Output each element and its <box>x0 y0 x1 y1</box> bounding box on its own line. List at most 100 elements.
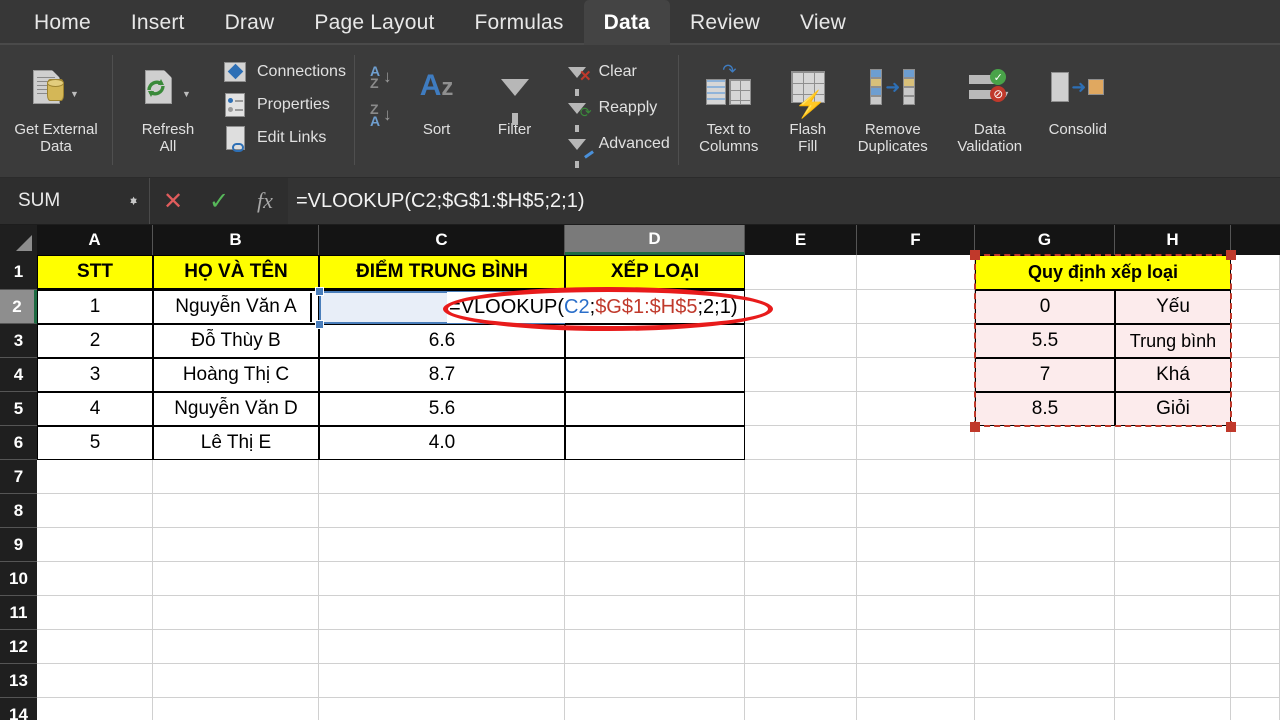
column-header-e[interactable]: E <box>745 225 857 255</box>
grid-cell[interactable] <box>319 460 565 494</box>
grid-cell[interactable] <box>153 698 319 720</box>
grid-cell[interactable] <box>857 698 975 720</box>
grid-cell[interactable] <box>37 528 153 562</box>
row-header-10[interactable]: 10 <box>0 562 37 596</box>
get-external-data-button[interactable]: ▼ Get External Data <box>8 53 104 155</box>
cell-b5[interactable]: Nguyễn Văn D <box>153 392 319 426</box>
cell-c1[interactable]: ĐIỂM TRUNG BÌNH <box>319 255 565 290</box>
grid-cell[interactable] <box>975 664 1115 698</box>
data-validation-button[interactable]: ✓ ⊘ ▼ Data Validation <box>942 53 1038 155</box>
grid-cell[interactable] <box>565 494 745 528</box>
grid-cell[interactable] <box>1231 324 1280 358</box>
grid-cell[interactable] <box>37 664 153 698</box>
cell-a2[interactable]: 1 <box>37 290 153 324</box>
name-box-spinner[interactable]: ▲ ▼ <box>128 195 139 208</box>
grid-cell[interactable] <box>37 630 153 664</box>
column-header-g[interactable]: G <box>975 225 1115 255</box>
tab-review[interactable]: Review <box>670 0 780 45</box>
row-header-6[interactable]: 6 <box>0 426 37 460</box>
grid-cell[interactable] <box>857 596 975 630</box>
grid-cell[interactable] <box>975 596 1115 630</box>
grid-cell[interactable] <box>745 630 857 664</box>
row-header-1[interactable]: 1 <box>0 255 37 290</box>
grid-cell[interactable] <box>1115 664 1231 698</box>
grid-cell[interactable] <box>975 494 1115 528</box>
grid-cell[interactable] <box>319 664 565 698</box>
tab-formulas[interactable]: Formulas <box>455 0 584 45</box>
grid-cell[interactable] <box>1231 630 1280 664</box>
grid-cell[interactable] <box>1231 460 1280 494</box>
grid-cell[interactable] <box>319 596 565 630</box>
cell-a5[interactable]: 4 <box>37 392 153 426</box>
column-header-h[interactable]: H <box>1115 225 1231 255</box>
cell-g5[interactable]: 8.5 <box>975 392 1115 426</box>
grid-cell[interactable] <box>857 255 975 290</box>
grid-cell[interactable] <box>565 664 745 698</box>
grid-cell[interactable] <box>975 426 1115 460</box>
grid-cell[interactable] <box>857 528 975 562</box>
grid-cell[interactable] <box>1115 528 1231 562</box>
grid-cell[interactable] <box>153 630 319 664</box>
consolidate-button[interactable]: ➜ Consolid <box>1038 53 1118 138</box>
grid-cell[interactable] <box>565 460 745 494</box>
grid-cell[interactable] <box>857 494 975 528</box>
tab-home[interactable]: Home <box>14 0 111 45</box>
grid-cell[interactable] <box>745 426 857 460</box>
grid-cell[interactable] <box>975 562 1115 596</box>
tab-data[interactable]: Data <box>583 0 670 45</box>
row-header-4[interactable]: 4 <box>0 358 37 392</box>
grid-cell[interactable] <box>1231 596 1280 630</box>
cell-d5[interactable] <box>565 392 745 426</box>
cell-a3[interactable]: 2 <box>37 324 153 358</box>
cell-b3[interactable]: Đỗ Thùy B <box>153 324 319 358</box>
flash-fill-button[interactable]: ⚡ Flash Fill <box>772 53 844 155</box>
grid-cell[interactable] <box>975 460 1115 494</box>
row-header-3[interactable]: 3 <box>0 324 37 358</box>
tab-page-layout[interactable]: Page Layout <box>294 0 454 45</box>
cell-b4[interactable]: Hoàng Thị C <box>153 358 319 392</box>
column-header-b[interactable]: B <box>153 225 319 255</box>
grid-cell[interactable] <box>857 460 975 494</box>
remove-duplicates-button[interactable]: ➜ Remove Duplicates <box>844 53 942 155</box>
clear-button[interactable]: ✕ Clear <box>564 59 670 96</box>
lookup-table-title[interactable]: Quy định xếp loại <box>975 255 1231 290</box>
grid-cell[interactable] <box>745 698 857 720</box>
sort-button[interactable]: Az Sort <box>398 53 476 139</box>
grid-cell[interactable] <box>975 630 1115 664</box>
formula-input[interactable]: =VLOOKUP(C2;$G$1:$H$5;2;1) <box>288 178 1280 224</box>
grid-cell[interactable] <box>745 290 857 324</box>
grid-cell[interactable] <box>857 426 975 460</box>
column-header-c[interactable]: C <box>319 225 565 255</box>
grid-cell[interactable] <box>37 494 153 528</box>
cell-d1[interactable]: XẾP LOẠI <box>565 255 745 290</box>
grid-cell[interactable] <box>857 664 975 698</box>
cell-h4[interactable]: Khá <box>1115 358 1231 392</box>
confirm-formula-button[interactable]: ✓ <box>196 187 242 216</box>
grid-cell[interactable] <box>1115 460 1231 494</box>
grid-cell[interactable] <box>1231 562 1280 596</box>
tab-draw[interactable]: Draw <box>205 0 295 45</box>
column-header-i[interactable] <box>1231 225 1280 255</box>
grid-cell[interactable] <box>565 562 745 596</box>
row-header-2[interactable]: 2 <box>0 290 37 324</box>
refresh-all-button[interactable]: ▼ Refresh All <box>120 53 216 155</box>
cell-c5[interactable]: 5.6 <box>319 392 565 426</box>
cell-a4[interactable]: 3 <box>37 358 153 392</box>
grid-cell[interactable] <box>1115 426 1231 460</box>
row-header-8[interactable]: 8 <box>0 494 37 528</box>
cell-d6[interactable] <box>565 426 745 460</box>
cell-formula-editor[interactable]: =VLOOKUP(C2; $G$1:$H$5 ;2;1) <box>447 292 738 323</box>
text-to-columns-button[interactable]: ↷ Text to Columns <box>686 53 772 155</box>
cell-b6[interactable]: Lê Thị E <box>153 426 319 460</box>
reapply-button[interactable]: ⟳ Reapply <box>564 95 670 132</box>
column-header-f[interactable]: F <box>857 225 975 255</box>
cell-b1[interactable]: HỌ VÀ TÊN <box>153 255 319 290</box>
filter-button[interactable]: Filter <box>476 53 554 138</box>
grid-cell[interactable] <box>319 528 565 562</box>
grid-cell[interactable] <box>745 664 857 698</box>
grid-cell[interactable] <box>1115 630 1231 664</box>
grid-cell[interactable] <box>37 596 153 630</box>
row-header-9[interactable]: 9 <box>0 528 37 562</box>
cell-c6[interactable]: 4.0 <box>319 426 565 460</box>
cell-g2[interactable]: 0 <box>975 290 1115 324</box>
